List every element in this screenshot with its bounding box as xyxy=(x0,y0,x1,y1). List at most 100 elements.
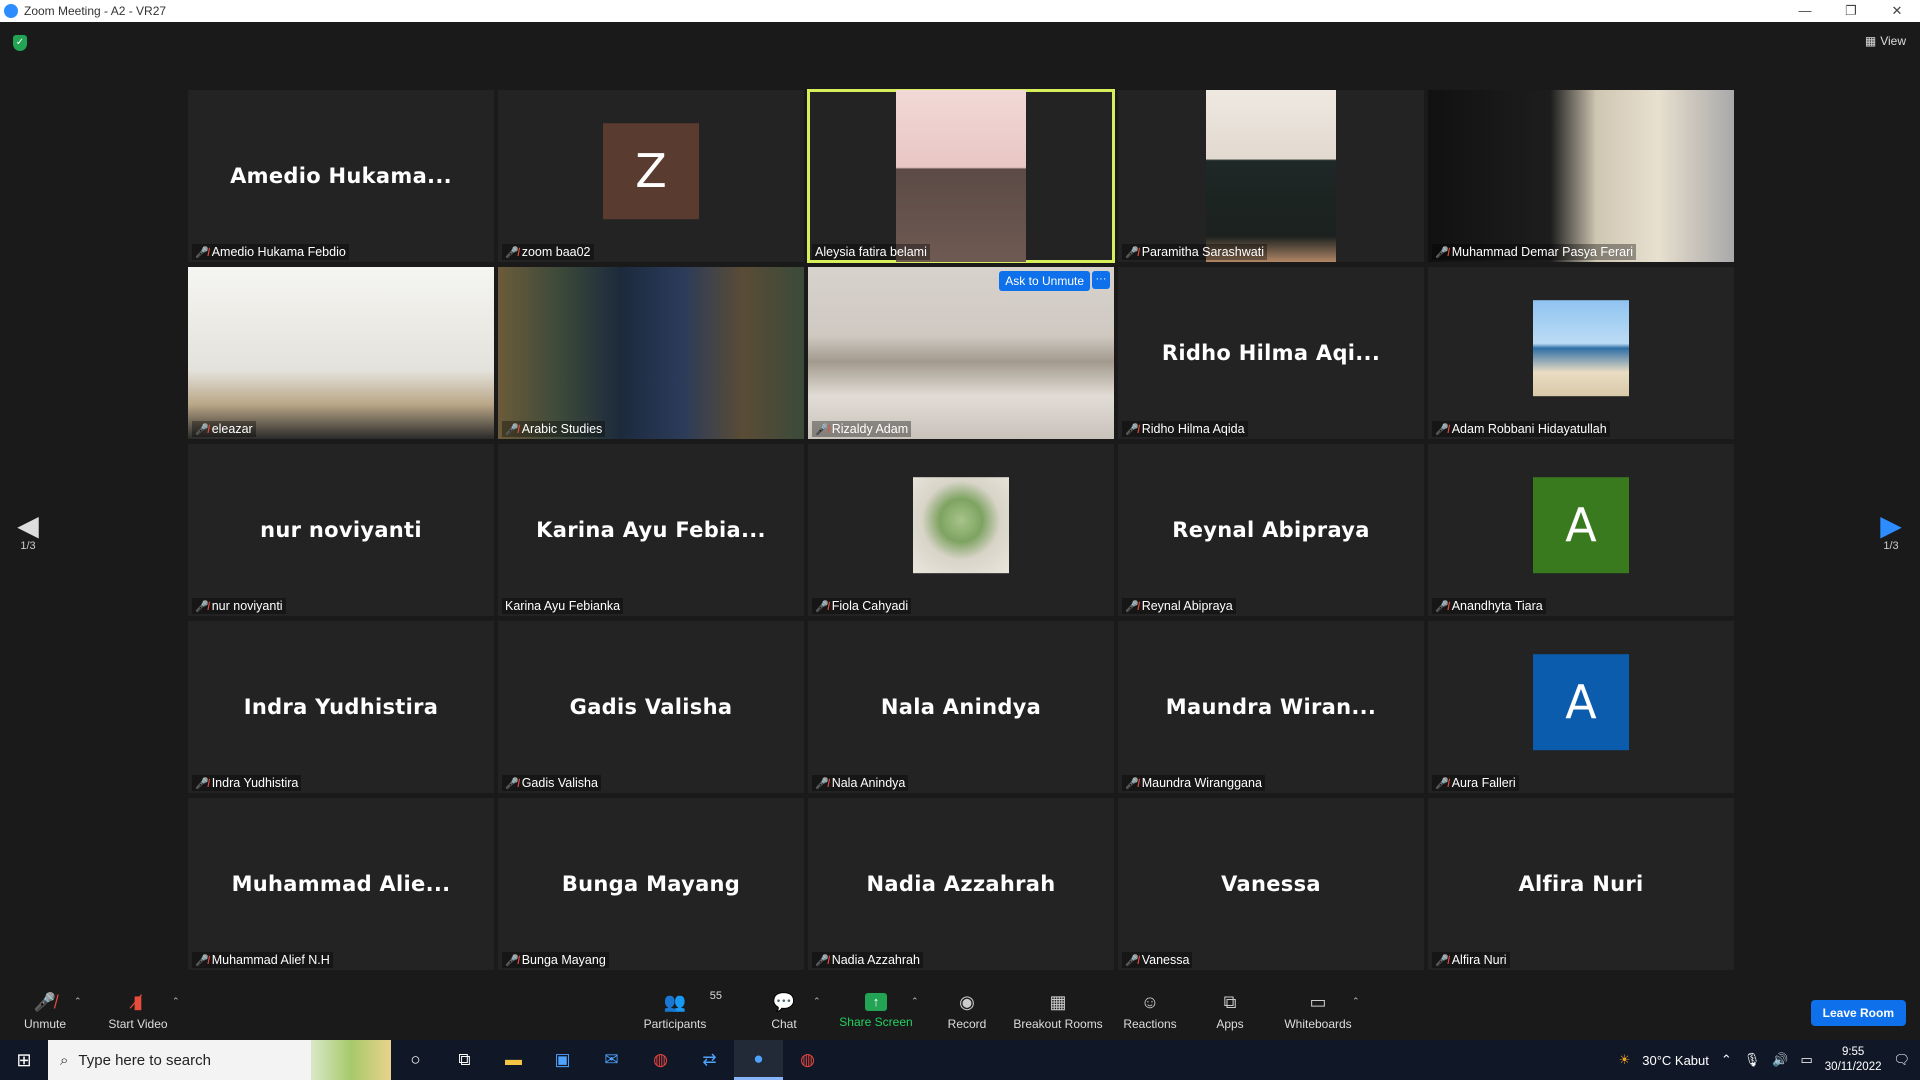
participant-tile[interactable]: Bunga Mayang 🎤̸ Bunga Mayang xyxy=(498,798,804,970)
participant-tile[interactable]: 🎤̸ Arabic Studies xyxy=(498,267,804,439)
teamviewer-icon[interactable]: ⇄ xyxy=(685,1040,734,1080)
participant-tile[interactable]: A 🎤̸ Aura Falleri xyxy=(1428,621,1734,793)
network-icon[interactable]: ▭ xyxy=(1800,1052,1812,1068)
cortana-icon[interactable]: ○ xyxy=(391,1040,440,1080)
chat-button[interactable]: 💬 Chat xyxy=(762,982,806,1040)
avatar-initial: Z xyxy=(603,123,699,220)
page-indicator-right: 1/3 xyxy=(1883,540,1899,552)
participant-tile[interactable]: Nala Anindya 🎤̸ Nala Anindya xyxy=(808,621,1114,793)
participant-name: Rizaldy Adam xyxy=(831,422,909,436)
participant-display-name: Bunga Mayang xyxy=(561,872,741,896)
file-explorer-icon[interactable]: ▬ xyxy=(489,1040,538,1080)
participant-tile[interactable]: Gadis Valisha 🎤̸ Gadis Valisha xyxy=(498,621,804,793)
tray-overflow-chevron-icon[interactable]: ⌃ xyxy=(1721,1052,1732,1068)
participant-name: Maundra Wiranggana xyxy=(1141,776,1262,790)
chrome-profile-icon[interactable]: ◍ xyxy=(783,1040,832,1080)
participant-tile[interactable]: Amedio Hukama... 🎤̸ Amedio Hukama Febdio xyxy=(188,90,494,262)
participant-tile[interactable]: 🎤̸ Paramitha Sarashwati xyxy=(1118,90,1424,262)
unmute-label: Unmute xyxy=(23,1017,67,1031)
participant-name-label: 🎤̸ Ridho Hilma Aqida xyxy=(1122,421,1248,437)
participant-name-label: 🎤̸ Nala Anindya xyxy=(812,775,909,791)
participant-name-label: Aleysia fatira belami xyxy=(812,244,930,260)
arrow-left-icon[interactable]: ◀ xyxy=(13,512,43,540)
notifications-icon[interactable]: 🗨 xyxy=(1893,1052,1910,1068)
participant-tile[interactable]: Reynal Abipraya 🎤̸ Reynal Abipraya xyxy=(1118,444,1424,616)
participant-name: Arabic Studies xyxy=(521,422,603,436)
participant-tile[interactable]: Z 🎤̸ zoom baa02 xyxy=(498,90,804,262)
participant-tile[interactable]: Nadia Azzahrah 🎤̸ Nadia Azzahrah xyxy=(808,798,1114,970)
windows-start-icon[interactable]: ⊞ xyxy=(0,1040,48,1080)
participant-tile[interactable]: Ask to Unmute ··· 🎤̸ Rizaldy Adam xyxy=(808,267,1114,439)
share-screen-label: Share Screen xyxy=(839,1015,913,1029)
audio-options-caret-icon[interactable]: ⌃ xyxy=(74,996,82,1007)
leave-room-button[interactable]: Leave Room xyxy=(1810,1000,1906,1026)
participant-name: Vanessa xyxy=(1141,953,1190,967)
previous-page-nav[interactable]: ◀ 1/3 xyxy=(13,512,43,553)
participant-tile[interactable]: 🎤̸ Adam Robbani Hidayatullah xyxy=(1428,267,1734,439)
participant-tile[interactable]: Alfira Nuri 🎤̸ Alfira Nuri xyxy=(1428,798,1734,970)
participant-tile[interactable]: 🎤̸ Fiola Cahyadi xyxy=(808,444,1114,616)
security-shield-icon[interactable]: ✓ xyxy=(13,35,27,51)
participant-name: Karina Ayu Febianka xyxy=(505,599,621,613)
participant-tile[interactable]: Muhammad Alie... 🎤̸ Muhammad Alief N.H xyxy=(188,798,494,970)
weather-text[interactable]: 30°C Kabut xyxy=(1642,1053,1709,1068)
participant-tile[interactable]: Vanessa 🎤̸ Vanessa xyxy=(1118,798,1424,970)
minimize-button[interactable]: — xyxy=(1782,3,1828,19)
share-options-caret-icon[interactable]: ⌃ xyxy=(911,996,919,1007)
mail-icon[interactable]: ✉ xyxy=(587,1040,636,1080)
participants-button[interactable]: 👥 55 Participants xyxy=(640,982,722,1040)
start-video-button[interactable]: ▮̸ Start Video xyxy=(106,982,170,1040)
participant-tile[interactable]: Aleysia fatira belami xyxy=(807,89,1115,263)
taskbar-search-box[interactable]: ⌕ Type here to search xyxy=(48,1040,391,1080)
zoom-taskbar-icon[interactable]: ● xyxy=(734,1040,783,1080)
restore-button[interactable]: ❐ xyxy=(1828,3,1874,19)
arrow-right-icon[interactable]: ▶ xyxy=(1876,512,1906,540)
muted-mic-icon: 🎤̸ xyxy=(1125,777,1139,790)
participant-tile[interactable]: A 🎤̸ Anandhyta Tiara xyxy=(1428,444,1734,616)
whiteboard-options-caret-icon[interactable]: ⌃ xyxy=(1352,996,1360,1007)
taskbar-clock[interactable]: 9:55 30/11/2022 xyxy=(1825,1045,1882,1075)
participant-name: Aura Falleri xyxy=(1451,776,1516,790)
participants-label: Participants xyxy=(643,1017,707,1031)
muted-mic-icon: 🎤̸ xyxy=(1125,423,1139,436)
share-screen-button[interactable]: ↑ Share Screen xyxy=(838,982,914,1040)
more-options-button[interactable]: ··· xyxy=(1092,271,1110,289)
participant-tile[interactable]: 🎤̸ eleazar xyxy=(188,267,494,439)
unmute-button[interactable]: 🎤̸ Unmute xyxy=(20,982,70,1040)
muted-mic-icon: 🎤̸ xyxy=(815,600,829,613)
breakout-rooms-button[interactable]: ▦ Breakout Rooms xyxy=(1013,982,1103,1040)
muted-mic-icon: 🎤̸ xyxy=(815,777,829,790)
chrome-icon[interactable]: ◍ xyxy=(636,1040,685,1080)
record-button[interactable]: ◉ Record xyxy=(944,982,990,1040)
reactions-label: Reactions xyxy=(1123,1017,1177,1031)
volume-icon[interactable]: 🔊 xyxy=(1772,1052,1788,1068)
chat-options-caret-icon[interactable]: ⌃ xyxy=(813,996,821,1007)
ask-to-unmute-button[interactable]: Ask to Unmute xyxy=(999,271,1090,291)
view-button[interactable]: ▦ View xyxy=(1865,34,1906,48)
participant-tile[interactable]: 🎤̸ Muhammad Demar Pasya Ferari xyxy=(1428,90,1734,262)
participant-name: Anandhyta Tiara xyxy=(1451,599,1543,613)
microsoft-store-icon[interactable]: ▣ xyxy=(538,1040,587,1080)
close-button[interactable]: ✕ xyxy=(1874,3,1920,19)
microphone-tray-icon[interactable]: 🎙 xyxy=(1744,1052,1761,1068)
participant-name: Indra Yudhistira xyxy=(211,776,299,790)
whiteboards-button[interactable]: ▭ Whiteboards xyxy=(1282,982,1354,1040)
participant-tile[interactable]: nur noviyanti 🎤̸ nur noviyanti xyxy=(188,444,494,616)
participant-display-name: Muhammad Alie... xyxy=(231,872,451,896)
apps-button[interactable]: ⧉ Apps xyxy=(1212,982,1248,1040)
share-screen-icon: ↑ xyxy=(865,993,887,1011)
reactions-button[interactable]: ☺ Reactions xyxy=(1122,982,1178,1040)
video-options-caret-icon[interactable]: ⌃ xyxy=(172,996,180,1007)
task-view-icon[interactable]: ⧉ xyxy=(440,1040,489,1080)
video-off-icon: ▮̸ xyxy=(133,992,143,1012)
participant-name: Fiola Cahyadi xyxy=(831,599,909,613)
participant-tile[interactable]: Karina Ayu Febia... Karina Ayu Febianka xyxy=(498,444,804,616)
participant-tile[interactable]: Indra Yudhistira 🎤̸ Indra Yudhistira xyxy=(188,621,494,793)
next-page-nav[interactable]: ▶ 1/3 xyxy=(1876,512,1906,553)
participant-tile[interactable]: Ridho Hilma Aqi... 🎤̸ Ridho Hilma Aqida xyxy=(1118,267,1424,439)
window-titlebar: Zoom Meeting - A2 - VR27 — ❐ ✕ xyxy=(0,0,1920,22)
participant-name-label: 🎤̸ Indra Yudhistira xyxy=(192,775,302,791)
muted-mic-icon: 🎤̸ xyxy=(505,423,519,436)
participant-tile[interactable]: Maundra Wiran... 🎤̸ Maundra Wiranggana xyxy=(1118,621,1424,793)
muted-mic-icon: 🎤̸ xyxy=(505,777,519,790)
